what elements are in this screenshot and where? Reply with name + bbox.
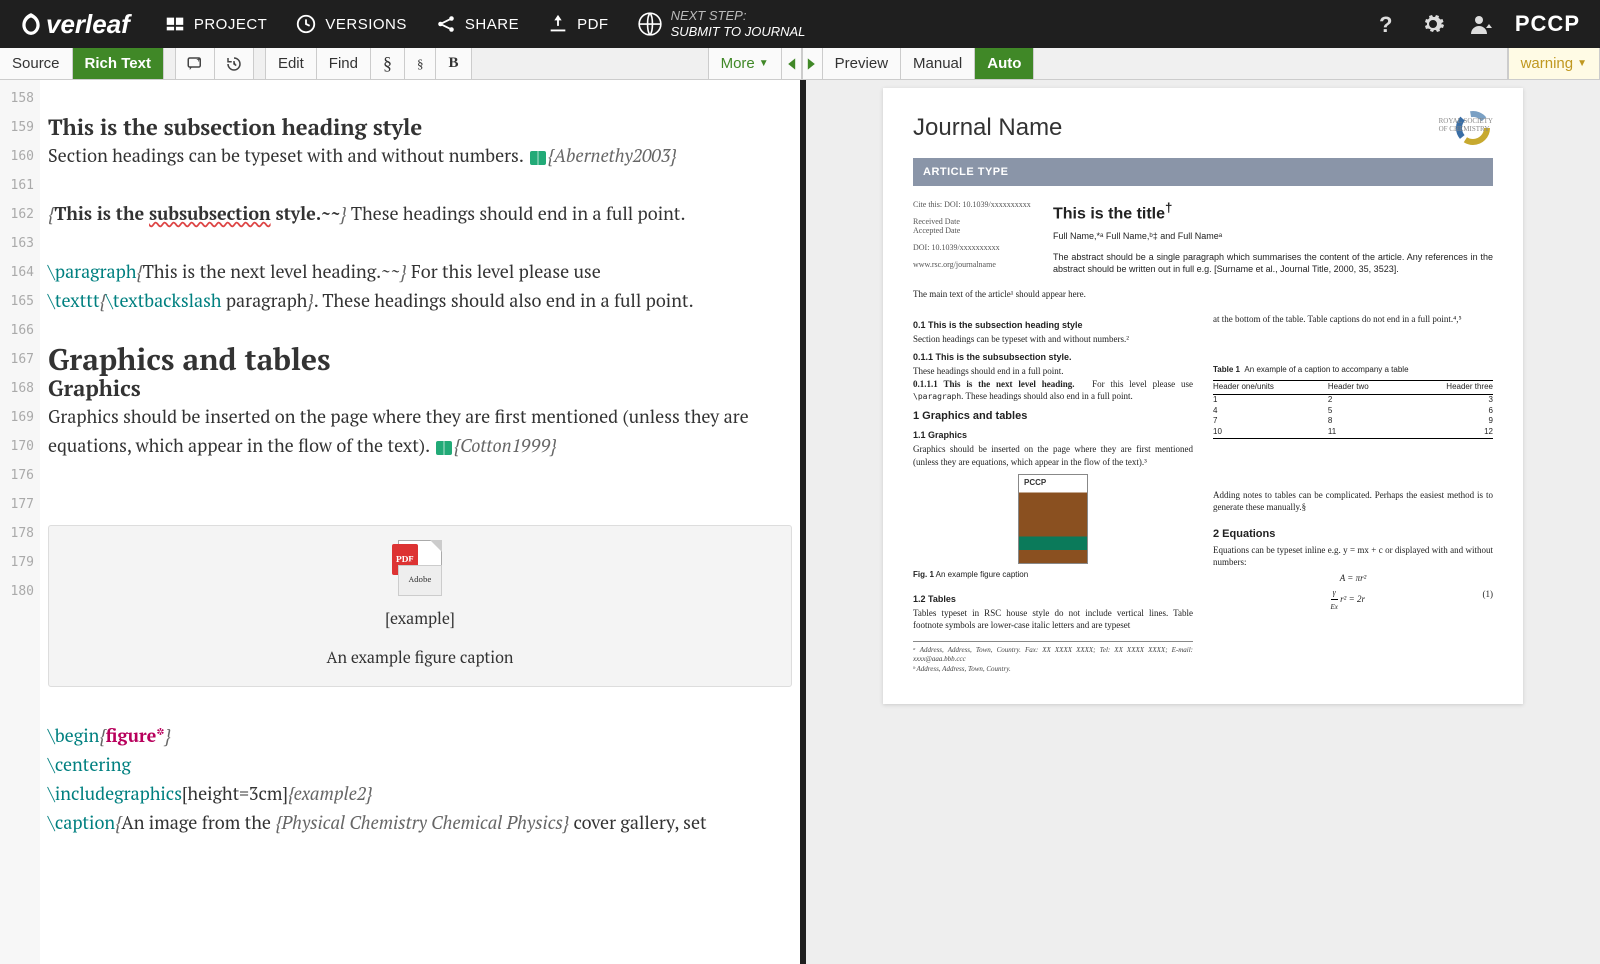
figure-preview-box[interactable]: PDFAdobe [example] An example figure cap… xyxy=(48,525,792,687)
pdf-file-icon: PDFAdobe xyxy=(392,540,448,596)
preview-table: Header one/unitsHeader twoHeader three 1… xyxy=(1213,380,1493,439)
top-bar: verleaf PROJECT VERSIONS SHARE PDF NEXT … xyxy=(0,0,1600,48)
subsection-button[interactable]: § xyxy=(405,48,437,79)
journal-name: Journal Name xyxy=(913,114,1062,142)
journal-brand: PCCP xyxy=(1515,11,1580,37)
section-button[interactable]: § xyxy=(371,48,405,79)
pccp-cover-thumb xyxy=(1018,474,1088,564)
section-heading: Graphics and tables xyxy=(48,345,792,374)
svg-text:+: + xyxy=(196,55,201,64)
collapse-right-icon[interactable] xyxy=(802,48,822,79)
subsection-heading: This is the subsection heading style xyxy=(48,113,792,142)
pdf-page: Journal Name ROYAL SOCIETYOF CHEMISTRY A… xyxy=(883,88,1523,704)
editor-toolbar: Source Rich Text + Edit Find § § B More … xyxy=(0,48,1600,80)
help-button[interactable]: ? xyxy=(1361,0,1409,48)
overleaf-logo[interactable]: verleaf xyxy=(18,9,130,40)
find-menu[interactable]: Find xyxy=(317,48,371,79)
versions-button[interactable]: VERSIONS xyxy=(281,0,421,48)
preview-pane[interactable]: Journal Name ROYAL SOCIETYOF CHEMISTRY A… xyxy=(806,80,1600,964)
svg-text:?: ? xyxy=(1379,12,1392,36)
bold-button[interactable]: B xyxy=(436,48,471,79)
auto-compile-button[interactable]: Auto xyxy=(975,48,1034,79)
cite-icon[interactable] xyxy=(530,151,546,165)
richtext-tab[interactable]: Rich Text xyxy=(73,48,164,79)
editor-pane: 1581591601611621631641651661671681691701… xyxy=(0,80,800,964)
pdf-button[interactable]: PDF xyxy=(533,0,623,48)
project-button[interactable]: PROJECT xyxy=(150,0,282,48)
line-gutter: 1581591601611621631641651661671681691701… xyxy=(0,80,40,964)
share-button[interactable]: SHARE xyxy=(421,0,533,48)
manual-compile-button[interactable]: Manual xyxy=(901,48,975,79)
edit-menu[interactable]: Edit xyxy=(266,48,317,79)
article-type-bar: ARTICLE TYPE xyxy=(913,158,1493,186)
history-button[interactable] xyxy=(215,48,254,79)
settings-button[interactable] xyxy=(1409,0,1457,48)
preview-label: Preview xyxy=(822,48,901,79)
cite-icon[interactable] xyxy=(436,441,452,455)
collapse-left-icon[interactable] xyxy=(782,48,802,79)
editor-content[interactable]: This is the subsection heading style Sec… xyxy=(40,80,800,964)
more-menu[interactable]: More ▼ xyxy=(709,48,782,79)
comment-button[interactable]: + xyxy=(176,48,215,79)
warning-button[interactable]: warning ▼ xyxy=(1508,48,1600,79)
account-button[interactable] xyxy=(1457,0,1505,48)
source-tab[interactable]: Source xyxy=(0,48,73,79)
split-pane: 1581591601611621631641651661671681691701… xyxy=(0,80,1600,964)
next-step-button[interactable]: NEXT STEP: SUBMIT TO JOURNAL xyxy=(623,8,820,39)
rsc-logo: ROYAL SOCIETYOF CHEMISTRY xyxy=(1413,108,1493,148)
